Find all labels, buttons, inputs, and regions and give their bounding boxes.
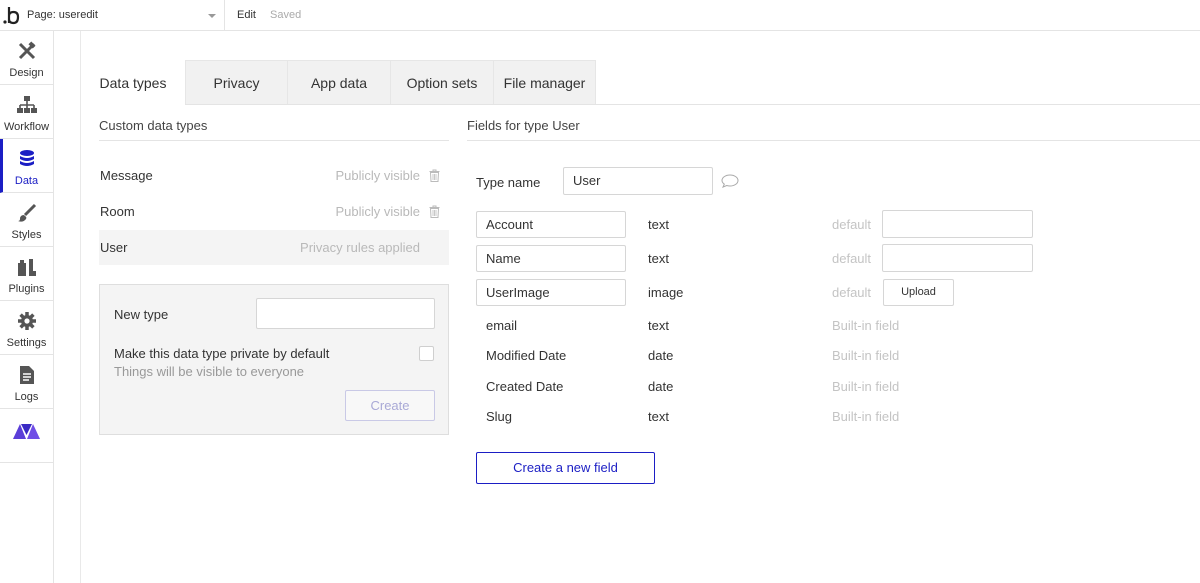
data-type-status: Publicly visible <box>335 168 420 183</box>
field-default-label: default <box>832 285 872 300</box>
trash-icon[interactable] <box>429 205 440 218</box>
sidebar-item-styles[interactable]: Styles <box>0 193 53 247</box>
page-selector[interactable]: Page: useredit <box>27 0 225 31</box>
sidebar-item-design[interactable]: Design <box>0 31 53 85</box>
tab-data-types[interactable]: Data types <box>81 60 185 105</box>
field-row-email: email text Built-in field <box>476 312 1200 340</box>
create-new-field-button[interactable]: Create a new field <box>476 452 655 484</box>
sidebar-item-brand[interactable] <box>0 409 53 463</box>
field-row-modified-date: Modified Date date Built-in field <box>476 342 1200 370</box>
trash-icon[interactable] <box>429 169 440 182</box>
save-status: Saved <box>270 9 302 21</box>
sidebar-item-workflow[interactable]: Workflow <box>0 85 53 139</box>
field-type: text <box>648 251 669 266</box>
tab-app-data[interactable]: App data <box>287 60 391 105</box>
sidebar-item-logs[interactable]: Logs <box>0 355 53 409</box>
divider <box>99 140 449 141</box>
field-default-input[interactable] <box>882 244 1033 272</box>
page-selector-label: Page: useredit <box>27 9 98 21</box>
field-default-input[interactable] <box>882 210 1033 238</box>
field-name: Modified Date <box>486 348 567 363</box>
tab-option-sets[interactable]: Option sets <box>390 60 494 105</box>
sidebar-item-settings[interactable]: Settings <box>0 301 53 355</box>
data-type-row-room[interactable]: Room Publicly visible <box>99 194 449 229</box>
brand-icon <box>13 424 40 439</box>
document-icon <box>20 366 34 384</box>
field-default-label: default <box>832 217 872 232</box>
field-row-created-date: Created Date date Built-in field <box>476 373 1200 401</box>
sidebar-item-label: Design <box>9 67 44 79</box>
field-type: text <box>648 409 669 424</box>
private-by-default-checkbox[interactable] <box>419 346 434 361</box>
field-name-input[interactable]: Account <box>476 211 626 238</box>
plugins-icon <box>18 259 36 276</box>
left-sidebar: Design Workflow Data Styles Plugins Sett… <box>0 31 54 583</box>
sidebar-item-plugins[interactable]: Plugins <box>0 247 53 301</box>
custom-data-types-title: Custom data types <box>99 118 208 133</box>
field-type: text <box>648 217 669 232</box>
private-by-default-label: Make this data type private by default <box>114 346 330 361</box>
built-in-label: Built-in field <box>832 318 900 333</box>
design-icon <box>18 41 36 60</box>
comment-icon[interactable] <box>721 174 739 188</box>
field-type: date <box>648 348 674 363</box>
data-type-row-user[interactable]: User Privacy rules applied <box>99 230 449 265</box>
new-type-panel: New type Make this data type private by … <box>99 284 449 435</box>
sidebar-item-data[interactable]: Data <box>0 139 53 193</box>
built-in-label: Built-in field <box>832 379 900 394</box>
bubble-logo-icon[interactable] <box>2 4 24 26</box>
field-row-name: Name text default <box>476 244 1200 273</box>
tab-file-manager[interactable]: File manager <box>493 60 596 105</box>
brush-icon <box>18 203 37 222</box>
data-type-name: User <box>100 240 128 255</box>
data-type-name: Room <box>100 204 135 219</box>
create-type-button[interactable]: Create <box>345 390 435 421</box>
field-row-userimage: UserImage image default Upload <box>476 279 1200 307</box>
data-type-name: Message <box>100 168 153 183</box>
field-type: text <box>648 318 669 333</box>
type-name-input[interactable]: User <box>563 167 713 195</box>
field-name: email <box>486 318 518 333</box>
sidebar-item-label: Styles <box>11 229 42 241</box>
new-type-input[interactable] <box>256 298 435 329</box>
field-name-input[interactable]: UserImage <box>476 279 626 306</box>
sidebar-item-label: Logs <box>14 391 39 403</box>
top-bar: Page: useredit Edit Saved <box>0 0 1200 31</box>
data-type-row-message[interactable]: Message Publicly visible <box>99 158 449 193</box>
new-type-label: New type <box>114 307 169 322</box>
fields-title: Fields for type User <box>467 118 580 133</box>
edit-menu[interactable]: Edit <box>237 0 256 31</box>
database-icon <box>20 150 34 166</box>
field-name: Slug <box>486 409 513 424</box>
field-name: Created Date <box>486 379 564 394</box>
field-row-account: Account text default <box>476 210 1200 239</box>
workflow-icon <box>17 96 37 113</box>
sidebar-item-label: Plugins <box>8 283 45 295</box>
content-divider <box>80 31 81 583</box>
built-in-label: Built-in field <box>832 348 900 363</box>
chevron-down-icon <box>208 14 216 18</box>
tab-privacy[interactable]: Privacy <box>185 60 288 105</box>
field-name-input[interactable]: Name <box>476 245 626 272</box>
gear-icon <box>18 312 36 330</box>
upload-button[interactable]: Upload <box>883 279 954 306</box>
divider <box>467 140 1200 141</box>
data-type-status: Publicly visible <box>335 204 420 219</box>
tabs-underline <box>185 104 1200 105</box>
field-default-label: default <box>832 251 872 266</box>
data-type-status: Privacy rules applied <box>300 240 420 255</box>
sidebar-item-label: Data <box>14 175 39 187</box>
built-in-label: Built-in field <box>832 409 900 424</box>
sidebar-item-label: Workflow <box>3 121 50 133</box>
field-type: date <box>648 379 674 394</box>
type-name-label: Type name <box>476 175 541 190</box>
sidebar-item-label: Settings <box>6 337 47 349</box>
field-row-slug: Slug text Built-in field <box>476 403 1200 431</box>
field-type: image <box>648 285 684 300</box>
visibility-hint: Things will be visible to everyone <box>114 364 305 379</box>
